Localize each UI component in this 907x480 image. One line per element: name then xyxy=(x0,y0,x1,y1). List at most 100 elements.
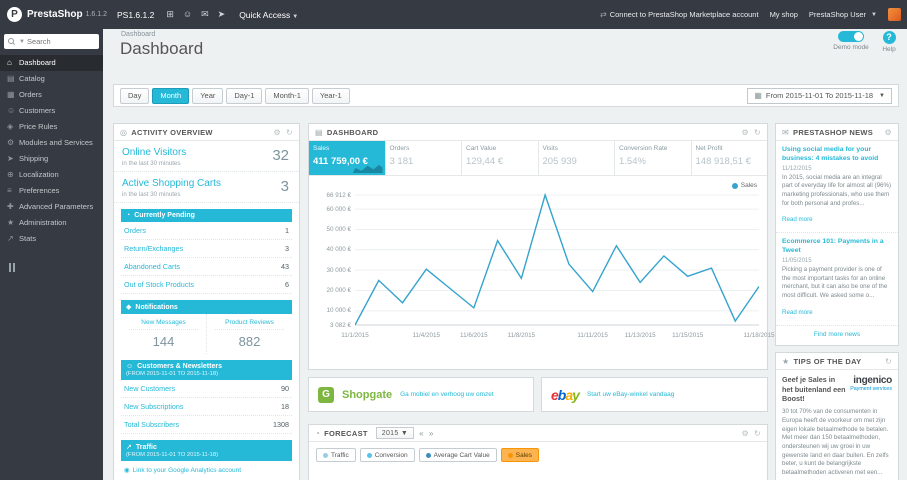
quick-access-menu[interactable]: Quick Access ▼ xyxy=(239,10,298,20)
forecast-year-select[interactable]: 2015 ▼ xyxy=(375,427,415,439)
filter-day-1-button[interactable]: Day-1 xyxy=(226,87,263,104)
find-more-news-link[interactable]: Find more news xyxy=(776,326,898,343)
sidebar-item-price-rules[interactable]: ◈ Price Rules xyxy=(0,119,103,135)
series-dot-icon xyxy=(731,182,738,189)
news-article-date: 11/12/2015 xyxy=(782,165,812,172)
sidebar-item-advanced-parameters[interactable]: ✚ Advanced Parameters xyxy=(0,199,103,215)
top-bar: P PrestaShop 1.6.1.2 PS1.6.1.2 ⊞ ☺ ✉ ➤ Q… xyxy=(0,0,907,29)
legend-conversion-button[interactable]: Conversion xyxy=(359,448,415,462)
user-menu[interactable]: PrestaShop User ▼ xyxy=(809,10,877,19)
traffic-header: ↗ Traffic (FROM 2015-11-01 TO 2015-11-18) xyxy=(121,440,292,461)
modules-icon: ⚙ xyxy=(7,138,15,147)
shopgate-link[interactable]: Ga mobiel en verhoog uw omzet xyxy=(400,391,494,398)
customers-notifications-icon[interactable]: ☺ xyxy=(183,9,192,20)
legend-sales-button[interactable]: Sales xyxy=(500,448,539,462)
refresh-icon[interactable]: ↻ xyxy=(754,128,761,137)
home-icon: ⌂ xyxy=(7,58,12,67)
cart-notifications-icon[interactable]: ⊞ xyxy=(166,9,174,20)
shipping-icon: ➤ xyxy=(7,154,14,163)
gear-icon[interactable]: ⚙ xyxy=(885,128,892,137)
messages-notifications-icon[interactable]: ✉ xyxy=(201,9,209,20)
read-more-link[interactable]: Read more xyxy=(782,216,813,223)
search-input[interactable] xyxy=(26,37,95,46)
sidebar-item-modules[interactable]: ⚙ Modules and Services xyxy=(0,135,103,151)
customers-icon: ☺ xyxy=(7,106,16,115)
customers-row-total-subscribers[interactable]: Total Subscribers 1308 xyxy=(121,416,292,434)
sidebar-item-stats[interactable]: ↗ Stats xyxy=(0,231,103,247)
date-range-picker[interactable]: ▦ From 2015-11-01 To 2015-11-18 ▼ xyxy=(747,87,892,104)
online-visitors-value: 32 xyxy=(272,147,289,164)
rocket-icon[interactable]: ➤ xyxy=(218,9,226,20)
kpi-conversion-rate[interactable]: Conversion Rate 1.54% xyxy=(615,141,692,175)
active-carts-value: 3 xyxy=(280,178,289,195)
filter-month-button[interactable]: Month xyxy=(152,87,190,104)
administration-icon: ★ xyxy=(7,218,15,227)
refresh-icon[interactable]: ↻ xyxy=(286,128,293,137)
gear-icon[interactable]: ⚙ xyxy=(274,128,281,137)
pending-row-out-of-stock[interactable]: Out of Stock Products 6 xyxy=(121,276,292,294)
filter-year-1-button[interactable]: Year-1 xyxy=(311,87,350,104)
brand-name: PrestaShop xyxy=(27,9,83,20)
my-shop-link[interactable]: My shop xyxy=(770,10,798,19)
x-axis-tick-label: 11/11/2015 xyxy=(577,332,608,339)
user-avatar[interactable] xyxy=(888,8,901,21)
news-article-excerpt: In 2015, social media are an integral pa… xyxy=(782,173,892,207)
gear-icon[interactable]: ⚙ xyxy=(742,429,749,438)
demo-mode-control: Demo mode xyxy=(827,31,875,51)
sidebar-item-catalog[interactable]: ▤ Catalog xyxy=(0,71,103,87)
kpi-sales[interactable]: Sales 411 759,00 € xyxy=(309,141,386,175)
customers-row-new-customers[interactable]: New Customers 90 xyxy=(121,380,292,398)
google-analytics-link[interactable]: ◉ Link to your Google Analytics account xyxy=(114,461,299,479)
help-icon[interactable]: ? xyxy=(882,31,896,44)
news-article-date: 11/05/2015 xyxy=(782,258,812,264)
search-icon xyxy=(8,38,15,45)
kpi-row: Sales 411 759,00 € Orders 3 181 Cart Val… xyxy=(309,141,767,176)
ebay-logo: ebay xyxy=(551,386,580,403)
kpi-orders[interactable]: Orders 3 181 xyxy=(386,141,462,175)
chart-legend[interactable]: Sales xyxy=(731,182,757,189)
sidebar-search[interactable]: ▼ xyxy=(4,34,99,49)
sidebar-item-localization[interactable]: ⊕ Localization xyxy=(0,167,103,183)
sidebar-item-shipping[interactable]: ➤ Shipping xyxy=(0,151,103,167)
new-messages-stat[interactable]: New Messages 144 xyxy=(121,314,207,354)
sidebar-item-customers[interactable]: ☺ Customers xyxy=(0,103,103,119)
kpi-visits[interactable]: Visits 205 939 xyxy=(539,141,615,175)
dashboard-icon: ▤ xyxy=(315,127,323,137)
sidebar-collapse-handle[interactable] xyxy=(9,263,103,272)
customers-icon: ☺ xyxy=(126,363,134,370)
kpi-net-profit[interactable]: Net Profit 148 918,51 € xyxy=(692,141,768,175)
sales-dot-icon xyxy=(507,452,513,458)
refresh-icon[interactable]: ↻ xyxy=(885,357,892,366)
filter-day-button[interactable]: Day xyxy=(120,87,150,104)
read-more-link[interactable]: Read more xyxy=(782,309,813,316)
x-axis-tick-label: 11/4/2015 xyxy=(412,332,441,339)
refresh-icon[interactable]: ↻ xyxy=(754,429,761,438)
forecast-legend: Traffic Conversion Average Cart Value Sa… xyxy=(309,442,767,468)
legend-traffic-button[interactable]: Traffic xyxy=(316,448,356,462)
sidebar-item-dashboard[interactable]: ⌂ Dashboard xyxy=(0,55,103,71)
customers-row-new-subscriptions[interactable]: New Subscriptions 18 xyxy=(121,398,292,416)
news-article-title[interactable]: Ecommerce 101: Payments in a Tweet xyxy=(782,238,892,256)
sidebar-item-orders[interactable]: ▦ Orders xyxy=(0,87,103,103)
marketplace-connect-link[interactable]: ⇄ Connect to PrestaShop Marketplace accou… xyxy=(600,10,759,19)
next-year-button[interactable]: » xyxy=(429,429,434,438)
sidebar-item-administration[interactable]: ★ Administration xyxy=(0,215,103,231)
legend-average-cart-value-button[interactable]: Average Cart Value xyxy=(418,448,497,462)
news-article: Using social media for your business: 4 … xyxy=(776,141,898,234)
news-icon: ✉ xyxy=(782,127,790,137)
gear-icon[interactable]: ⚙ xyxy=(742,128,749,137)
pending-row-returns[interactable]: Return/Exchanges 3 xyxy=(121,240,292,258)
shop-name-link[interactable]: PS1.6.1.2 xyxy=(117,10,154,20)
kpi-cart-value[interactable]: Cart Value 129,44 € xyxy=(462,141,539,175)
pending-row-orders[interactable]: Orders 1 xyxy=(121,222,292,240)
filter-year-button[interactable]: Year xyxy=(192,87,224,104)
news-article-title[interactable]: Using social media for your business: 4 … xyxy=(782,146,892,164)
sidebar-item-preferences[interactable]: ≡ Preferences xyxy=(0,183,103,199)
pending-row-abandoned-carts[interactable]: Abandoned Carts 43 xyxy=(121,258,292,276)
demo-mode-toggle[interactable] xyxy=(838,31,864,42)
previous-year-button[interactable]: « xyxy=(419,429,424,438)
ebay-link[interactable]: Start uw eBay-winkel vandaag xyxy=(587,391,674,398)
product-reviews-stat[interactable]: Product Reviews 882 xyxy=(207,314,292,354)
filter-month-1-button[interactable]: Month-1 xyxy=(265,87,309,104)
active-carts-stat: Active Shopping Carts 3 in the last 30 m… xyxy=(114,172,299,203)
